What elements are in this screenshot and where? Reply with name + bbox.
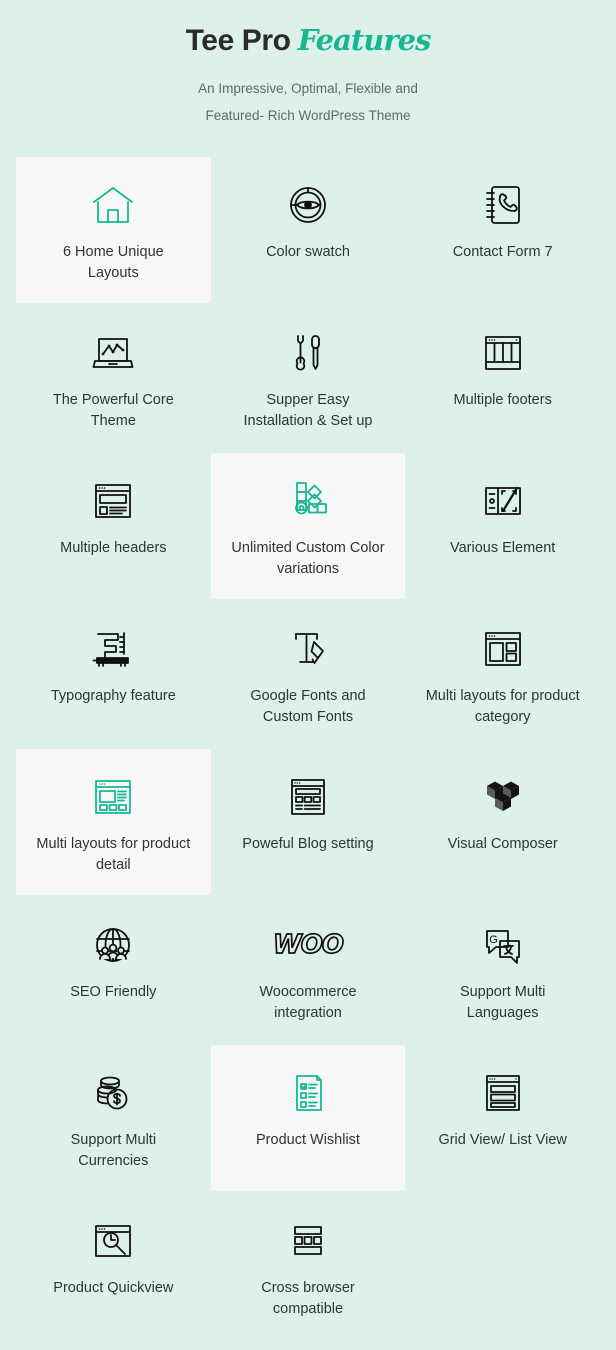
feature-label: Multiple headers bbox=[60, 540, 167, 556]
feature-card[interactable]: Unlimited Custom Color variations bbox=[210, 453, 406, 599]
feature-cell-empty bbox=[405, 1193, 600, 1339]
woo-logo-icon: WOO bbox=[272, 919, 345, 971]
color-palette-icon bbox=[282, 475, 334, 527]
feature-card[interactable]: Typography feature bbox=[16, 601, 211, 747]
feature-card[interactable]: Multi layouts for product detail bbox=[16, 749, 211, 895]
typography-ruler-icon bbox=[87, 623, 139, 675]
feature-card[interactable]: G Support Multi Languages bbox=[405, 897, 600, 1043]
eye-swatch-icon bbox=[282, 179, 334, 231]
feature-card[interactable]: Color swatch bbox=[211, 157, 406, 303]
font-pen-icon bbox=[282, 623, 334, 675]
feature-label: 6 Home Unique Layouts bbox=[62, 244, 164, 281]
svg-text:G: G bbox=[489, 934, 498, 946]
feature-label: Woocommerce integration bbox=[259, 984, 357, 1021]
product-layout-icon bbox=[87, 771, 139, 823]
feature-label: Product Wishlist bbox=[256, 1132, 360, 1148]
feature-label: The Powerful Core Theme bbox=[52, 392, 174, 429]
woo-wordmark: WOO bbox=[272, 930, 345, 960]
feature-card[interactable]: SEO Friendly bbox=[16, 897, 211, 1043]
feature-label: Supper Easy Installation & Set up bbox=[243, 392, 373, 429]
feature-label: Unlimited Custom Color variations bbox=[231, 540, 385, 577]
feature-card[interactable]: Product Wishlist bbox=[210, 1045, 406, 1191]
feature-card[interactable]: Grid View/ List View bbox=[405, 1045, 600, 1191]
feature-card[interactable]: Various Element bbox=[405, 453, 600, 599]
headers-layout-icon bbox=[87, 475, 139, 527]
feature-label: Typography feature bbox=[50, 688, 176, 704]
crossbrowser-icon bbox=[282, 1215, 334, 1267]
listview-icon bbox=[477, 1067, 529, 1119]
elements-icon bbox=[477, 475, 529, 527]
feature-grid: 6 Home Unique Layouts Color swatch Conta… bbox=[16, 157, 600, 1339]
title-main-text: Tee Pro bbox=[185, 24, 291, 57]
feature-label: Color swatch bbox=[266, 244, 350, 260]
checklist-icon bbox=[282, 1067, 334, 1119]
feature-label: Grid View/ List View bbox=[438, 1132, 567, 1148]
feature-card[interactable]: Supper Easy Installation & Set up bbox=[211, 305, 406, 451]
feature-card[interactable]: Multiple footers bbox=[405, 305, 600, 451]
feature-card[interactable]: The Powerful Core Theme bbox=[16, 305, 211, 451]
subtitle-line-1: An Impressive, Optimal, Flexible and bbox=[198, 80, 418, 96]
feature-label: Support Multi Currencies bbox=[70, 1132, 157, 1169]
feature-label: Cross browser compatible bbox=[261, 1280, 355, 1317]
subtitle-line-2: Featured- Rich WordPress Theme bbox=[205, 107, 411, 123]
feature-label: Support Multi Languages bbox=[459, 984, 546, 1021]
quickview-icon bbox=[87, 1215, 139, 1267]
feature-card[interactable]: Contact Form 7 bbox=[405, 157, 600, 303]
feature-card[interactable]: Poweful Blog setting bbox=[211, 749, 406, 895]
feature-label: Poweful Blog setting bbox=[242, 836, 374, 852]
footers-layout-icon bbox=[477, 327, 529, 379]
feature-card[interactable]: WOO Woocommerce integration bbox=[211, 897, 406, 1043]
home-icon bbox=[87, 179, 139, 231]
feature-card[interactable]: Multiple headers bbox=[16, 453, 211, 599]
globe-people-icon bbox=[87, 919, 139, 971]
feature-label: Google Fonts and Custom Fonts bbox=[250, 688, 366, 725]
feature-label: Multi layouts for product detail bbox=[36, 836, 191, 873]
translate-icon: G bbox=[477, 919, 529, 971]
visual-composer-icon bbox=[477, 771, 529, 823]
feature-card[interactable]: Multi layouts for product category bbox=[405, 601, 600, 747]
title-script-text: Features bbox=[297, 23, 432, 57]
feature-label: Various Element bbox=[450, 540, 556, 556]
feature-card[interactable]: Google Fonts and Custom Fonts bbox=[211, 601, 406, 747]
page-title: Tee Pro Features bbox=[0, 23, 616, 59]
phonebook-icon bbox=[477, 179, 529, 231]
feature-card[interactable]: 6 Home Unique Layouts bbox=[16, 157, 211, 303]
feature-card[interactable]: Product Quickview bbox=[16, 1193, 211, 1339]
page-subtitle: An Impressive, Optimal, Flexible and Fea… bbox=[0, 75, 616, 129]
feature-card[interactable]: Cross browser compatible bbox=[211, 1193, 406, 1339]
feature-label: Contact Form 7 bbox=[452, 244, 553, 260]
feature-label: Multiple footers bbox=[453, 392, 552, 408]
page-header: Tee Pro Features An Impressive, Optimal, … bbox=[0, 0, 616, 129]
blog-layout-icon bbox=[282, 771, 334, 823]
feature-label: Product Quickview bbox=[53, 1280, 174, 1296]
feature-card[interactable]: Support Multi Currencies bbox=[16, 1045, 211, 1191]
feature-label: SEO Friendly bbox=[70, 984, 157, 1000]
coins-dollar-icon bbox=[87, 1067, 139, 1119]
feature-label: Multi layouts for product category bbox=[425, 688, 580, 725]
tools-icon bbox=[282, 327, 334, 379]
feature-card[interactable]: Visual Composer bbox=[405, 749, 600, 895]
category-layout-icon bbox=[477, 623, 529, 675]
feature-label: Visual Composer bbox=[447, 836, 558, 852]
laptop-chart-icon bbox=[87, 327, 139, 379]
